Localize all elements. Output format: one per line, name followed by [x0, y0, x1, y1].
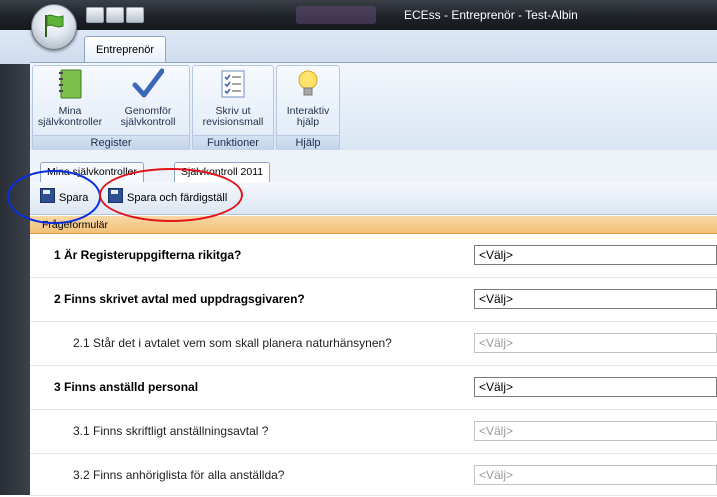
question-text: 3.2 Finns anhöriglista för alla anställd…	[73, 468, 285, 482]
answer-select[interactable]: <Välj>	[474, 377, 717, 397]
application-menu-button[interactable]	[31, 4, 77, 50]
question-text: 3.1 Finns skriftligt anställningsavtal ?	[73, 424, 269, 438]
button-label-line2: självkontroller	[37, 116, 103, 128]
checklist-icon	[221, 70, 245, 98]
ribbon-panel: Mina självkontroller Genomför självkontr…	[30, 62, 717, 151]
question-row: 3 Finns anställd personal <Välj>	[30, 366, 717, 410]
quick-access-icon[interactable]	[126, 7, 144, 23]
question-row: 3.1 Finns skriftligt anställningsavtal ?…	[30, 410, 717, 454]
answer-select[interactable]: <Välj>	[474, 245, 717, 265]
answer-select: <Välj>	[474, 465, 717, 485]
title-bar: ECEss - Entreprenör - Test-Albin	[0, 0, 717, 30]
question-row: 2.1 Står det i avtalet vem som skall pla…	[30, 322, 717, 366]
answer-select: <Välj>	[474, 421, 717, 441]
question-text: 2 Finns skrivet avtal med uppdragsgivare…	[54, 292, 305, 306]
answer-select: <Välj>	[474, 333, 717, 353]
annotation-circle-blue	[7, 170, 101, 224]
button-label-line2: revisionsmall	[202, 116, 264, 128]
window-title: ECEss - Entreprenör - Test-Albin	[404, 8, 578, 22]
flag-icon	[45, 14, 64, 37]
interaktiv-hjalp-button[interactable]: Interaktiv hjälp	[279, 68, 337, 128]
question-row: 1 Är Registeruppgifterna rikitga? <Välj>	[30, 234, 717, 278]
notebook-icon	[59, 69, 82, 99]
genomfor-sjalvkontroll-button[interactable]: Genomför självkontroll	[109, 68, 187, 128]
title-highlight	[296, 6, 376, 24]
lightbulb-icon	[298, 70, 318, 96]
section-header: Frågeformulär	[30, 216, 717, 234]
skriv-ut-revisionsmall-button[interactable]: Skriv ut revisionsmall	[195, 68, 271, 128]
group-label-funktioner: Funktioner	[193, 135, 273, 150]
left-frame	[0, 30, 30, 495]
group-hjalp: Interaktiv hjälp Hjälp	[276, 65, 340, 151]
print-icon[interactable]	[86, 7, 104, 23]
button-label-line2: hjälp	[296, 116, 320, 128]
group-label-register: Register	[33, 135, 189, 150]
answer-select[interactable]: <Välj>	[474, 289, 717, 309]
group-label-hjalp: Hjälp	[277, 135, 339, 150]
button-label-line2: självkontroll	[120, 116, 176, 128]
question-text: 3 Finns anställd personal	[54, 380, 199, 394]
group-funktioner: Skriv ut revisionsmall Funktioner	[192, 65, 274, 151]
annotation-circle-red	[99, 168, 243, 222]
question-text: 2.1 Står det i avtalet vem som skall pla…	[73, 336, 392, 350]
question-row: 3.2 Finns anhöriglista för alla anställd…	[30, 454, 717, 496]
tab-entreprenor[interactable]: Entreprenör	[84, 36, 166, 63]
question-row: 2 Finns skrivet avtal med uppdragsgivare…	[30, 278, 717, 322]
mina-sjalvkontroller-button[interactable]: Mina självkontroller	[35, 68, 105, 128]
question-text: 1 Är Registeruppgifterna rikitga?	[54, 248, 242, 262]
group-register: Mina självkontroller Genomför självkontr…	[32, 65, 190, 151]
checkmark-icon	[132, 68, 165, 98]
preview-icon[interactable]	[106, 7, 124, 23]
